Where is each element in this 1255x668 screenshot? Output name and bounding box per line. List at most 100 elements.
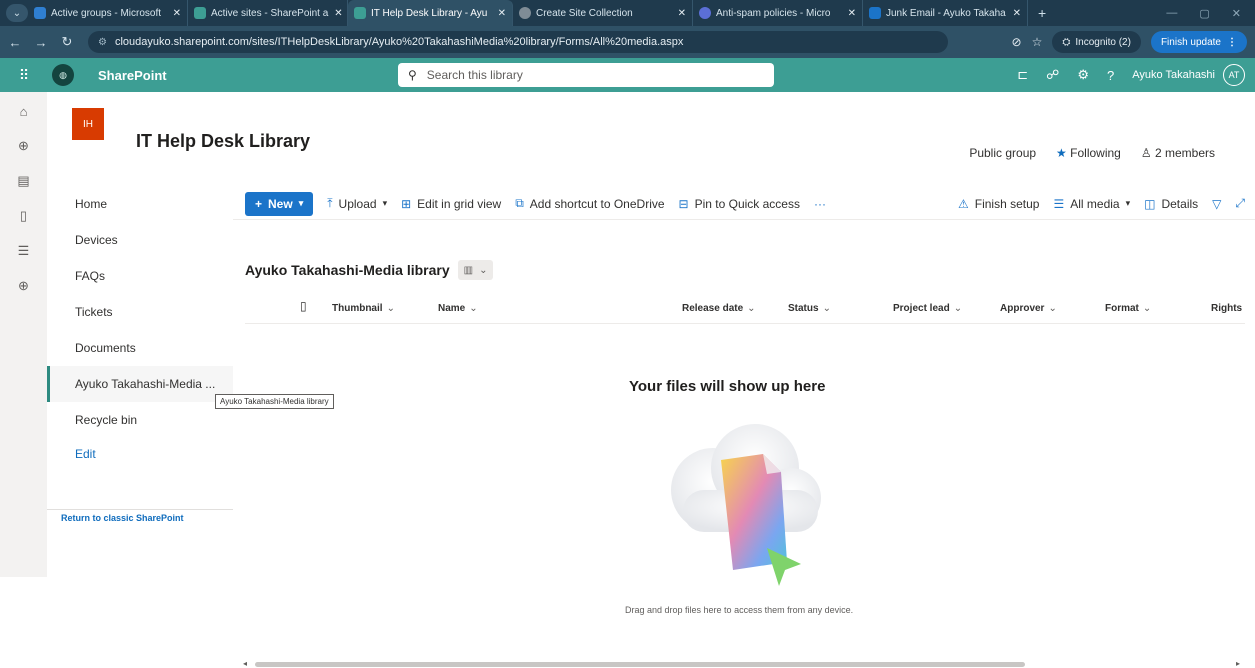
column-header-approver[interactable]: Approver ⌄ [1000,303,1057,314]
column-label: Project lead [893,303,950,314]
search-placeholder: Search this library [426,68,523,82]
following-label: Following [1070,146,1121,160]
column-header-status[interactable]: Status ⌄ [788,303,831,314]
filter-icon[interactable]: ▽ [1212,197,1221,211]
close-window-icon[interactable]: ✕ [1232,7,1241,20]
site-info-icon[interactable]: ⚙ [98,37,107,48]
tab-favicon-icon [519,7,531,19]
avatar[interactable]: AT [1223,64,1245,86]
view-options-icon: ☰ [1053,196,1065,211]
tracking-protection-icon[interactable]: ⊘ [1012,35,1022,49]
share-people-icon[interactable]: ☍ [1046,67,1059,83]
reload-icon[interactable]: ↻ [56,34,78,50]
incognito-icon: ⛭ [1062,36,1071,48]
horizontal-scrollbar[interactable] [255,662,1025,667]
browser-tab[interactable]: Create Site Collection ✕ [513,0,693,26]
new-tab-icon[interactable]: + [1028,5,1056,21]
tab-search-icon[interactable]: ⌄ [6,4,28,22]
add-shortcut-button[interactable]: ⧉ Add shortcut to OneDrive [515,196,664,211]
pin-quick-access-button[interactable]: ⊟ Pin to Quick access [679,197,800,211]
nav-edit-link[interactable]: Edit [47,436,233,472]
news-icon[interactable]: ▤ [15,172,33,190]
tab-close-icon[interactable]: ✕ [842,8,856,19]
restore-icon[interactable]: ▢ [1199,7,1209,20]
nav-item-faqs[interactable]: FAQs [47,258,233,294]
create-icon[interactable]: ⊕ [15,277,33,295]
browser-tab-active[interactable]: IT Help Desk Library - Ayu ✕ [348,0,513,26]
nav-item-recycle-bin[interactable]: Recycle bin [47,402,233,438]
feedback-icon[interactable]: ⊏ [1017,67,1028,83]
url-field[interactable]: ⚙ cloudayuko.sharepoint.com/sites/ITHelp… [88,31,948,53]
column-header-project-lead[interactable]: Project lead ⌄ [893,303,962,314]
home-icon[interactable]: ⌂ [15,102,33,120]
expand-icon[interactable]: ⤢ [1235,196,1245,211]
browser-tab[interactable]: Active groups - Microsoft ✕ [28,0,188,26]
members-button[interactable]: ♙ 2 members [1141,146,1215,160]
nav-item-tickets[interactable]: Tickets [47,294,233,330]
edit-grid-button[interactable]: ⊞ Edit in grid view [401,197,501,211]
file-type-icon[interactable]: ▯ [300,299,307,313]
search-box[interactable]: ⚲ Search this library [398,63,774,87]
site-header: IH IT Help Desk Library Public group ★ F… [47,92,1255,182]
globe-icon[interactable]: ⊕ [15,137,33,155]
org-logo-icon[interactable]: ◍ [52,64,74,86]
user-name[interactable]: Ayuko Takahashi [1132,69,1215,81]
column-header-thumbnail[interactable]: Thumbnail ⌄ [332,303,395,314]
app-name[interactable]: SharePoint [98,68,167,83]
group-type: Public group [969,146,1037,160]
browser-tab[interactable]: Active sites - SharePoint a ✕ [188,0,348,26]
back-icon[interactable]: ← [4,35,26,50]
finish-update-button[interactable]: Finish update ⋮ [1150,31,1247,53]
site-title[interactable]: IT Help Desk Library [136,131,310,152]
column-header-name[interactable]: Name ⌄ [438,303,478,314]
browser-tab-bar: ⌄ Active groups - Microsoft ✕ Active sit… [0,0,1255,26]
minimize-icon[interactable]: — [1166,7,1177,20]
chevron-down-icon: ⌄ [1048,303,1057,314]
app-launcher-icon[interactable]: ⠿ [0,58,48,92]
tab-close-icon[interactable]: ✕ [1007,8,1021,19]
nav-item-documents[interactable]: Documents [47,330,233,366]
view-selector[interactable]: ☰ All media ▾ [1053,197,1130,211]
browser-tab[interactable]: Anti-spam policies - Micro ✕ [693,0,863,26]
column-label: Format [1105,303,1139,314]
nav-item-devices[interactable]: Devices [47,222,233,258]
chevron-down-icon: ▾ [382,198,388,208]
chevron-down-icon: ⌄ [469,303,478,314]
tab-close-icon[interactable]: ✕ [672,8,686,19]
help-icon[interactable]: ? [1107,68,1114,83]
tab-close-icon[interactable]: ✕ [167,8,181,19]
details-pane-icon: ◫ [1144,196,1156,211]
new-label: New [268,196,293,211]
column-header-format[interactable]: Format ⌄ [1105,303,1151,314]
nav-item-home[interactable]: Home [47,186,233,222]
document-shape [721,454,787,570]
tab-close-icon[interactable]: ✕ [328,8,342,19]
column-header-rights[interactable]: Rights [1211,303,1242,314]
browser-tab[interactable]: Junk Email - Ayuko Takaha ✕ [863,0,1028,26]
library-switcher[interactable]: ▥ ⌄ [457,260,494,280]
bookmark-star-icon[interactable]: ☆ [1032,35,1043,49]
upload-button[interactable]: ⤒ Upload ▾ [327,196,387,211]
people-icon: ♙ [1140,146,1152,160]
nav-item-media-library[interactable]: Ayuko Takahashi-Media ... [47,366,233,402]
more-actions-button[interactable]: ··· [814,197,826,211]
tab-close-icon[interactable]: ✕ [492,8,506,19]
settings-gear-icon[interactable]: ⚙ [1077,67,1089,83]
new-button[interactable]: + New ▾ [245,191,314,216]
column-header-release-date[interactable]: Release date ⌄ [682,303,756,314]
lists-icon[interactable]: ☰ [15,242,33,260]
details-label: Details [1161,196,1199,211]
browser-address-bar: ← → ↻ ⚙ cloudayuko.sharepoint.com/sites/… [0,26,1255,58]
forward-icon[interactable]: → [30,35,52,50]
finish-setup-button[interactable]: ⚠ Finish setup [958,197,1039,211]
classic-sharepoint-link[interactable]: Return to classic SharePoint [61,513,184,523]
left-navigation: Home Devices FAQs Tickets Documents Ayuk… [47,182,233,577]
file-icon[interactable]: ▯ [15,207,33,225]
chevron-down-icon: ⌄ [747,303,756,314]
library-title: Ayuko Takahashi-Media library ▥ ⌄ [245,260,494,280]
site-logo[interactable]: IH [72,108,104,140]
details-button[interactable]: ◫ Details [1144,197,1198,211]
following-button[interactable]: ★ Following [1056,146,1121,160]
chevron-down-icon: ⌄ [386,303,395,314]
incognito-badge[interactable]: ⛭ Incognito (2) [1052,31,1141,53]
